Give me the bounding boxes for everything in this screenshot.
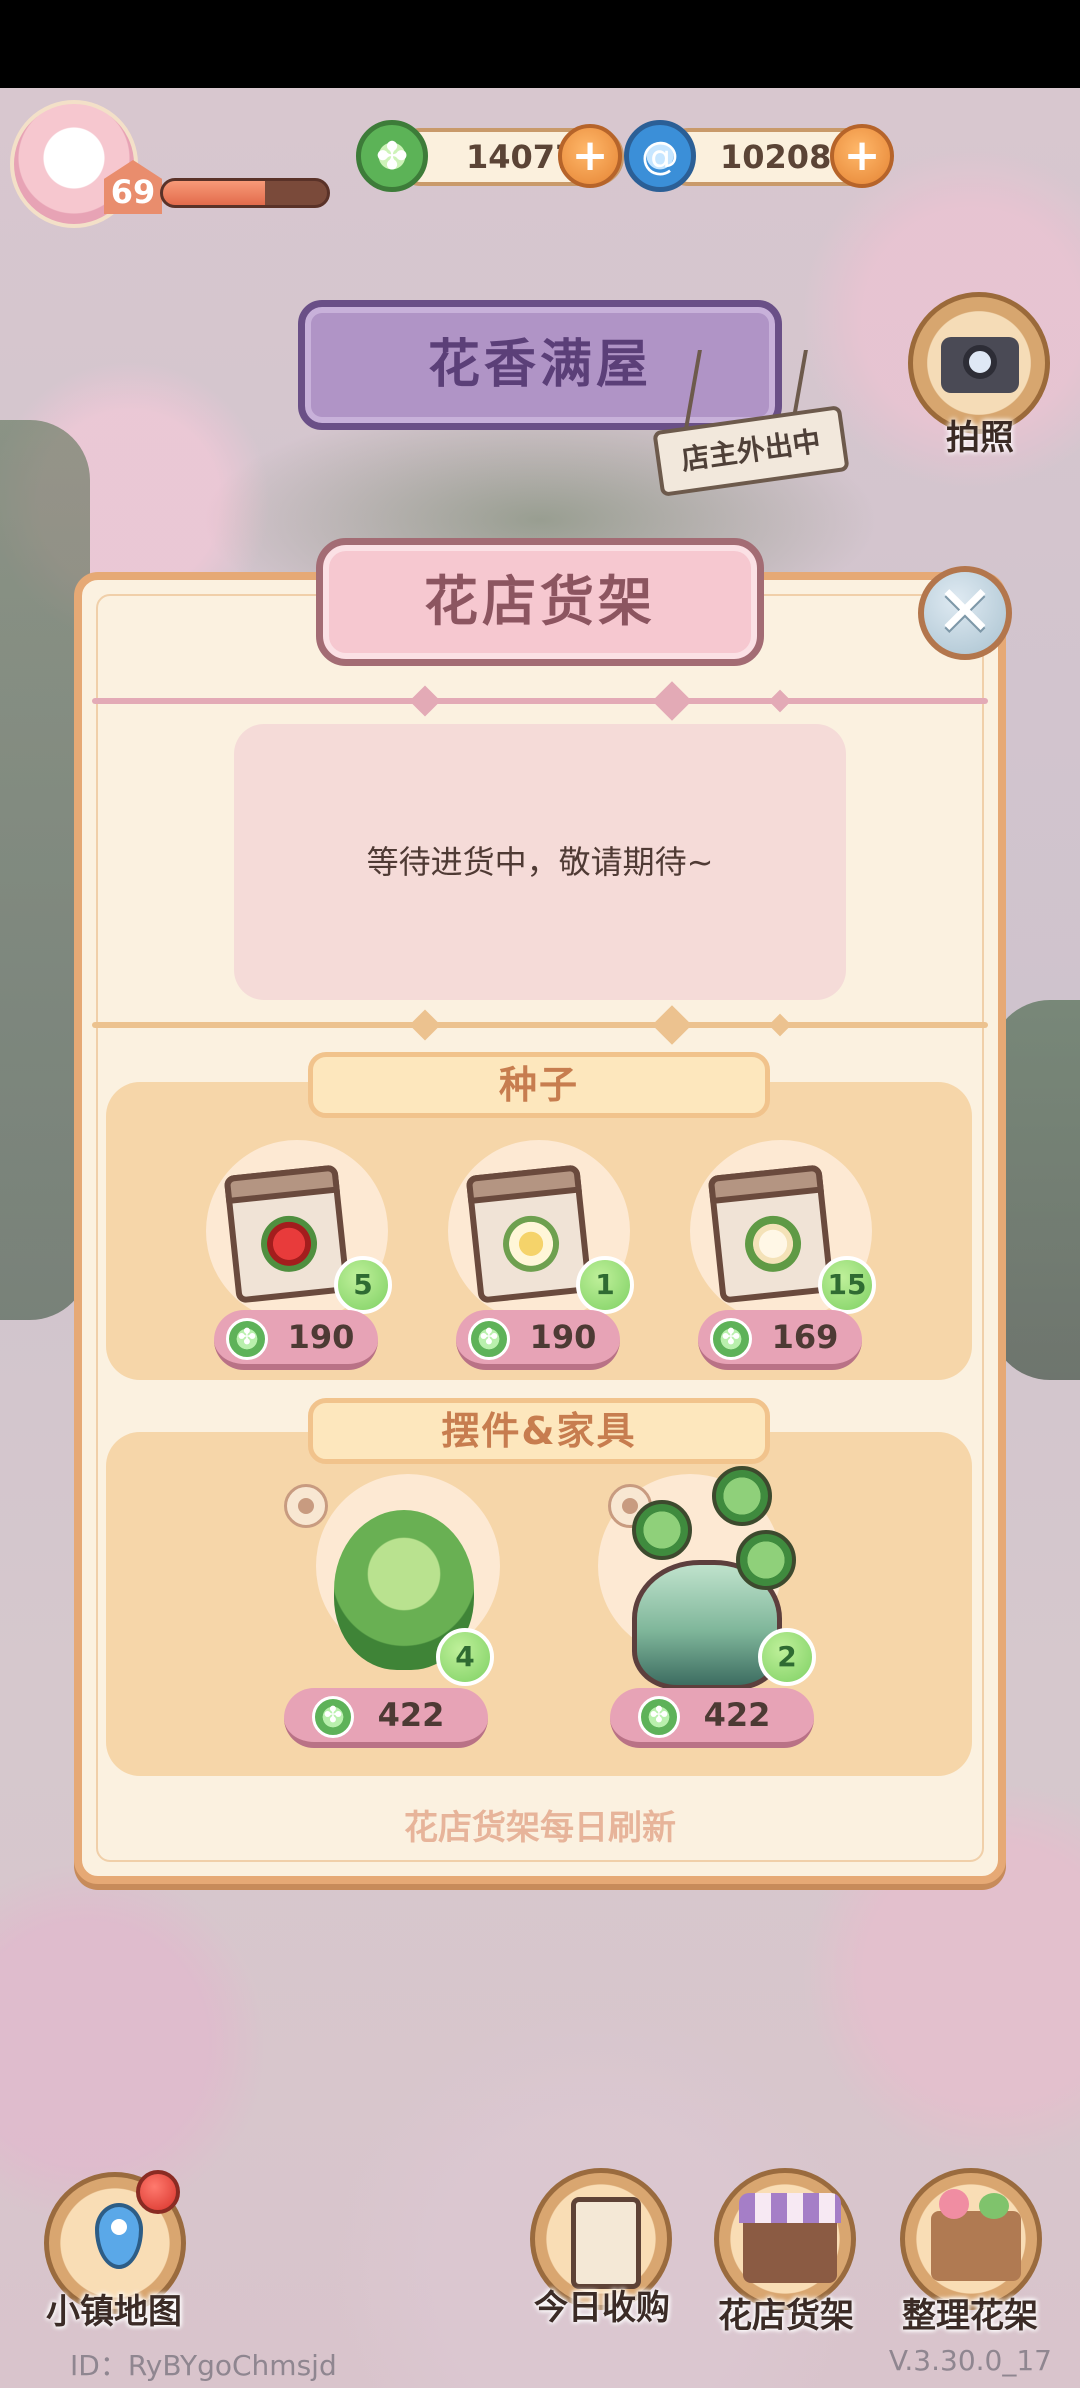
seed-price-button[interactable]: ✤ 190 (456, 1310, 620, 1370)
seed-price-button[interactable]: ✤ 169 (698, 1310, 862, 1370)
version-label: V.3.30.0_17 (888, 2344, 1052, 2377)
town-map-label: 小镇地图 (46, 2292, 182, 2332)
arrange-shelf-label: 整理花架 (902, 2296, 1038, 2336)
clover-coin-icon: ✤ (226, 1318, 268, 1360)
market-stall-icon (739, 2193, 841, 2283)
clover-coin-icon: ✤ (710, 1318, 752, 1360)
seed-price: 169 (771, 1318, 839, 1356)
clover-coin-icon: ✤ (468, 1318, 510, 1360)
clover-coin-icon: ✤ (356, 120, 428, 192)
notification-dot (136, 2170, 180, 2214)
add-clover-button[interactable]: + (558, 124, 622, 188)
panel-title: 花店货架 (424, 570, 656, 633)
seed-price: 190 (287, 1318, 355, 1356)
status-bar (0, 0, 1080, 88)
refresh-note: 花店货架每日刷新 (404, 1808, 676, 1848)
yellow-flower-seed-icon (465, 1164, 593, 1304)
map-pin-icon (95, 2203, 143, 2269)
restock-notice-text: 等待进货中，敬请期待~ (366, 843, 714, 881)
today-purchase-label: 今日收购 (534, 2288, 670, 2328)
seed-count-badge: 15 (818, 1256, 876, 1314)
camera-label: 拍照 (946, 418, 1014, 458)
xp-progress-bar (160, 178, 330, 208)
clover-leaf-icon (712, 1466, 772, 1526)
red-flower-seed-icon (223, 1164, 351, 1304)
add-swirl-button[interactable]: + (830, 124, 894, 188)
middle-divider (92, 1005, 988, 1045)
camera-lens-icon (963, 345, 997, 379)
seeds-section-title: 种子 (308, 1052, 770, 1118)
preview-eye-icon[interactable] (284, 1484, 328, 1528)
seed-price-button[interactable]: ✤ 190 (214, 1310, 378, 1370)
decor-count-badge: 2 (758, 1628, 816, 1686)
clover-leaf-icon (632, 1500, 692, 1560)
decor-price: 422 (703, 1696, 771, 1734)
swirl-currency-value: 10208 (720, 138, 832, 176)
seed-price: 190 (529, 1318, 597, 1356)
decor-count-badge: 4 (436, 1628, 494, 1686)
clover-leaf-icon (736, 1530, 796, 1590)
decor-section (106, 1432, 972, 1776)
decor-section-title: 摆件&家具 (308, 1398, 770, 1464)
flower-shelf-icon (931, 2189, 1021, 2281)
swirl-gem-icon: @ (624, 120, 696, 192)
flower-shelf-label: 花店货架 (718, 2296, 854, 2336)
decor-price: 422 (377, 1696, 445, 1734)
xp-progress-fill (163, 181, 265, 205)
picture-frame-icon (571, 2197, 641, 2289)
decor-price-button[interactable]: ✤ 422 (610, 1688, 814, 1748)
restock-notice-box: 等待进货中，敬请期待~ (234, 724, 846, 1000)
player-id: ID：RyBYgoChmsjd (70, 2349, 337, 2382)
seed-count-badge: 1 (576, 1256, 634, 1314)
close-button[interactable]: ✕ (918, 566, 1012, 660)
seed-count-badge: 5 (334, 1256, 392, 1314)
decor-price-button[interactable]: ✤ 422 (284, 1688, 488, 1748)
panel-title-plaque: 花店货架 (316, 538, 764, 666)
top-divider (92, 681, 988, 721)
calla-lily-seed-icon (707, 1164, 835, 1304)
